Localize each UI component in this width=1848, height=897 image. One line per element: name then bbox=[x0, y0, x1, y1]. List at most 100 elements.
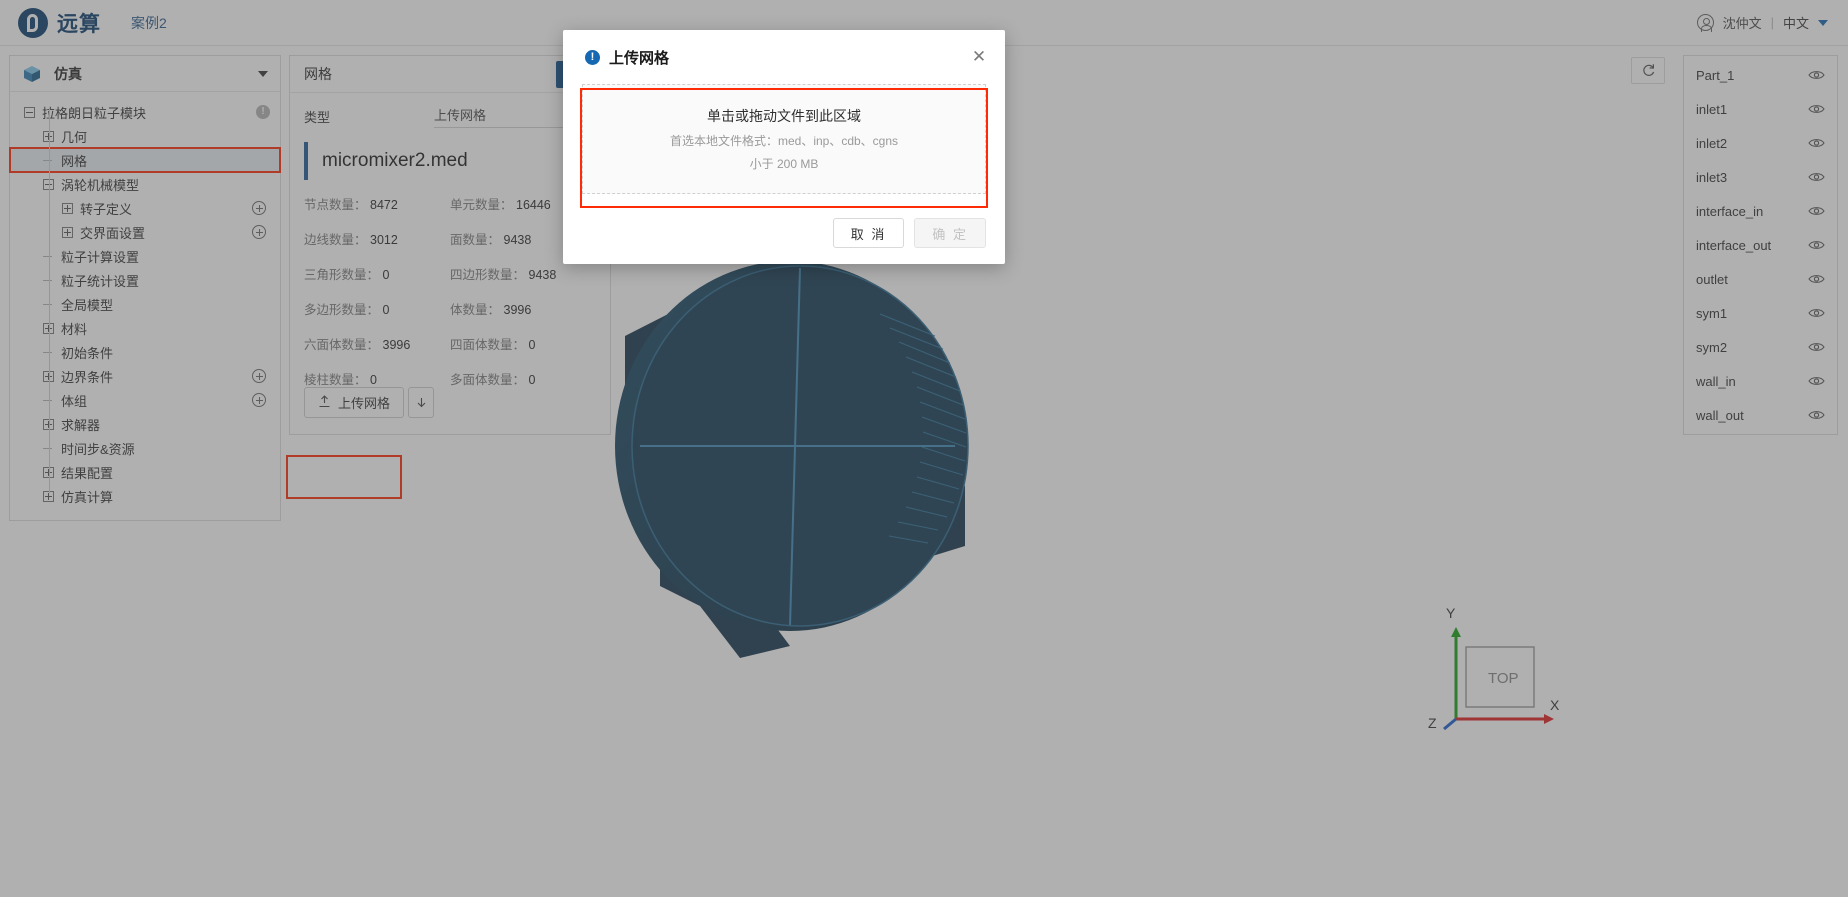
chevron-down-icon[interactable] bbox=[1818, 19, 1828, 26]
tree-item-12[interactable]: 体组 bbox=[10, 388, 280, 412]
tree-item-label: 求解器 bbox=[61, 417, 101, 433]
eye-icon[interactable] bbox=[1808, 307, 1825, 319]
tree-item-4[interactable]: 转子定义 bbox=[10, 196, 280, 220]
file-dropzone[interactable]: 单击或拖动文件到此区域 首选本地文件格式：med、inp、cdb、cgns 小于… bbox=[582, 84, 986, 194]
top-bar-right: 沈仲文 | 中文 bbox=[1696, 13, 1828, 32]
sidebar-title: 仿真 bbox=[54, 65, 82, 82]
type-label: 类型 bbox=[304, 110, 331, 125]
stat-value: 3996 bbox=[503, 303, 532, 317]
eye-icon[interactable] bbox=[1808, 341, 1825, 353]
refresh-button[interactable] bbox=[1631, 57, 1665, 84]
expand-icon[interactable] bbox=[62, 202, 73, 214]
eye-icon[interactable] bbox=[1808, 137, 1825, 149]
brand[interactable]: 远算 bbox=[18, 7, 101, 38]
part-row[interactable]: interface_out bbox=[1684, 228, 1837, 262]
cancel-button[interactable]: 取 消 bbox=[832, 218, 905, 248]
part-row[interactable]: Part_1 bbox=[1684, 58, 1837, 92]
eye-icon[interactable] bbox=[1808, 375, 1825, 387]
eye-icon[interactable] bbox=[1808, 103, 1825, 115]
collapse-icon[interactable] bbox=[24, 106, 35, 118]
stat-label: 四边形数量： bbox=[450, 268, 526, 282]
add-item-icon[interactable] bbox=[252, 369, 266, 383]
part-label: Part_1 bbox=[1696, 67, 1735, 83]
chevron-down-icon[interactable] bbox=[258, 70, 268, 77]
eye-icon[interactable] bbox=[1808, 409, 1825, 421]
part-row[interactable]: interface_in bbox=[1684, 194, 1837, 228]
tree-item-5[interactable]: 交界面设置 bbox=[10, 220, 280, 244]
part-row[interactable]: wall_in bbox=[1684, 364, 1837, 398]
tree-item-10[interactable]: 初始条件 bbox=[10, 340, 280, 364]
tree-item-15[interactable]: 结果配置 bbox=[10, 460, 280, 484]
tree-item-8[interactable]: 全局模型 bbox=[10, 292, 280, 316]
part-label: sym1 bbox=[1696, 305, 1728, 321]
tree-item-14[interactable]: 时间步&资源 bbox=[10, 436, 280, 460]
stat-value: 0 bbox=[370, 373, 377, 387]
tree-item-label: 初始条件 bbox=[61, 345, 114, 361]
sidebar-header[interactable]: 仿真 bbox=[10, 56, 280, 92]
upload-mesh-button[interactable]: 上传网格 bbox=[304, 387, 405, 418]
part-label: inlet3 bbox=[1696, 169, 1728, 185]
axis-triad[interactable]: TOP X Y Z bbox=[1428, 605, 1560, 737]
eye-icon[interactable] bbox=[1808, 205, 1825, 217]
arrow-down-icon[interactable] bbox=[408, 387, 435, 418]
tree-item-16[interactable]: 仿真计算 bbox=[10, 484, 280, 508]
eye-icon[interactable] bbox=[1808, 171, 1825, 183]
dialog-footer: 取 消 确 定 bbox=[832, 218, 986, 248]
sidebar-tree: 拉格朗日粒子模块! 几何 网格涡轮机械模型转子定义 交界面设置 粒子计算设置 粒子统计设置… bbox=[9, 92, 281, 508]
tree-item-11[interactable]: 边界条件 bbox=[10, 364, 280, 388]
tree-item-label: 结果配置 bbox=[61, 465, 114, 481]
tree-item-0[interactable]: 拉格朗日粒子模块! bbox=[10, 100, 280, 124]
stat-cell: 多面体数量： 0 bbox=[450, 369, 596, 388]
tree-item-3[interactable]: 涡轮机械模型 bbox=[10, 172, 280, 196]
tree-item-6[interactable]: 粒子计算设置 bbox=[10, 244, 280, 268]
dialog-title-row: ! 上传网格 bbox=[563, 30, 1005, 68]
axis-label-x: X bbox=[1550, 697, 1560, 713]
tree-item-1[interactable]: 几何 bbox=[10, 124, 280, 148]
tree-item-7[interactable]: 粒子统计设置 bbox=[10, 268, 280, 292]
view-cube-label: TOP bbox=[1488, 670, 1519, 687]
part-row[interactable]: sym2 bbox=[1684, 330, 1837, 364]
tree-item-label: 时间步&资源 bbox=[61, 441, 135, 457]
eye-icon[interactable] bbox=[1808, 239, 1825, 251]
stat-cell: 节点数量： 8472 bbox=[304, 194, 450, 213]
mesh-file-row[interactable]: micromixer2.med bbox=[304, 142, 596, 180]
case-name[interactable]: 案例2 bbox=[131, 13, 167, 33]
tree-item-2[interactable]: 网格 bbox=[9, 147, 281, 173]
tree-item-9[interactable]: 材料 bbox=[10, 316, 280, 340]
sidebar: 仿真 拉格朗日粒子模块! 几何 网格涡轮机械模型转子定义 交界面设置 粒子计算设置 粒子统… bbox=[9, 55, 281, 521]
tree-item-label: 涡轮机械模型 bbox=[61, 177, 140, 193]
stat-cell: 棱柱数量： 0 bbox=[304, 369, 450, 388]
axis-label-y: Y bbox=[1446, 605, 1456, 621]
close-icon[interactable]: ✕ bbox=[970, 48, 988, 66]
part-row[interactable]: outlet bbox=[1684, 262, 1837, 296]
brand-name: 远算 bbox=[57, 12, 101, 36]
part-label: interface_out bbox=[1696, 237, 1772, 253]
add-item-icon[interactable] bbox=[252, 201, 266, 215]
part-row[interactable]: sym1 bbox=[1684, 296, 1837, 330]
expand-icon[interactable] bbox=[62, 226, 73, 238]
tree-item-13[interactable]: 求解器 bbox=[10, 412, 280, 436]
part-row[interactable]: inlet2 bbox=[1684, 126, 1837, 160]
confirm-button[interactable]: 确 定 bbox=[914, 218, 986, 248]
eye-icon[interactable] bbox=[1808, 69, 1825, 81]
language-selector[interactable]: 中文 bbox=[1783, 13, 1809, 32]
part-row[interactable]: inlet1 bbox=[1684, 92, 1837, 126]
user-name[interactable]: 沈仲文 bbox=[1723, 13, 1762, 32]
add-item-icon[interactable] bbox=[252, 393, 266, 407]
stat-value: 8472 bbox=[370, 198, 398, 212]
stat-cell: 多边形数量： 0 bbox=[304, 299, 450, 318]
stat-value: 3996 bbox=[382, 338, 411, 352]
stat-label: 三角形数量： bbox=[304, 268, 380, 282]
stat-cell: 边线数量： 3012 bbox=[304, 229, 450, 248]
tree-guide-line bbox=[49, 108, 50, 493]
add-item-icon[interactable] bbox=[252, 225, 266, 239]
panel-title: 网格 bbox=[304, 66, 332, 82]
tree-item-label: 边界条件 bbox=[61, 369, 114, 385]
dropzone-formats-text: 首选本地文件格式：med、inp、cdb、cgns bbox=[669, 134, 899, 148]
part-row[interactable]: wall_out bbox=[1684, 398, 1837, 432]
stat-cell: 三角形数量： 0 bbox=[304, 264, 450, 283]
part-row[interactable]: inlet3 bbox=[1684, 160, 1837, 194]
eye-icon[interactable] bbox=[1808, 273, 1825, 285]
cube-icon bbox=[22, 64, 42, 84]
stat-label: 六面体数量： bbox=[304, 338, 380, 352]
